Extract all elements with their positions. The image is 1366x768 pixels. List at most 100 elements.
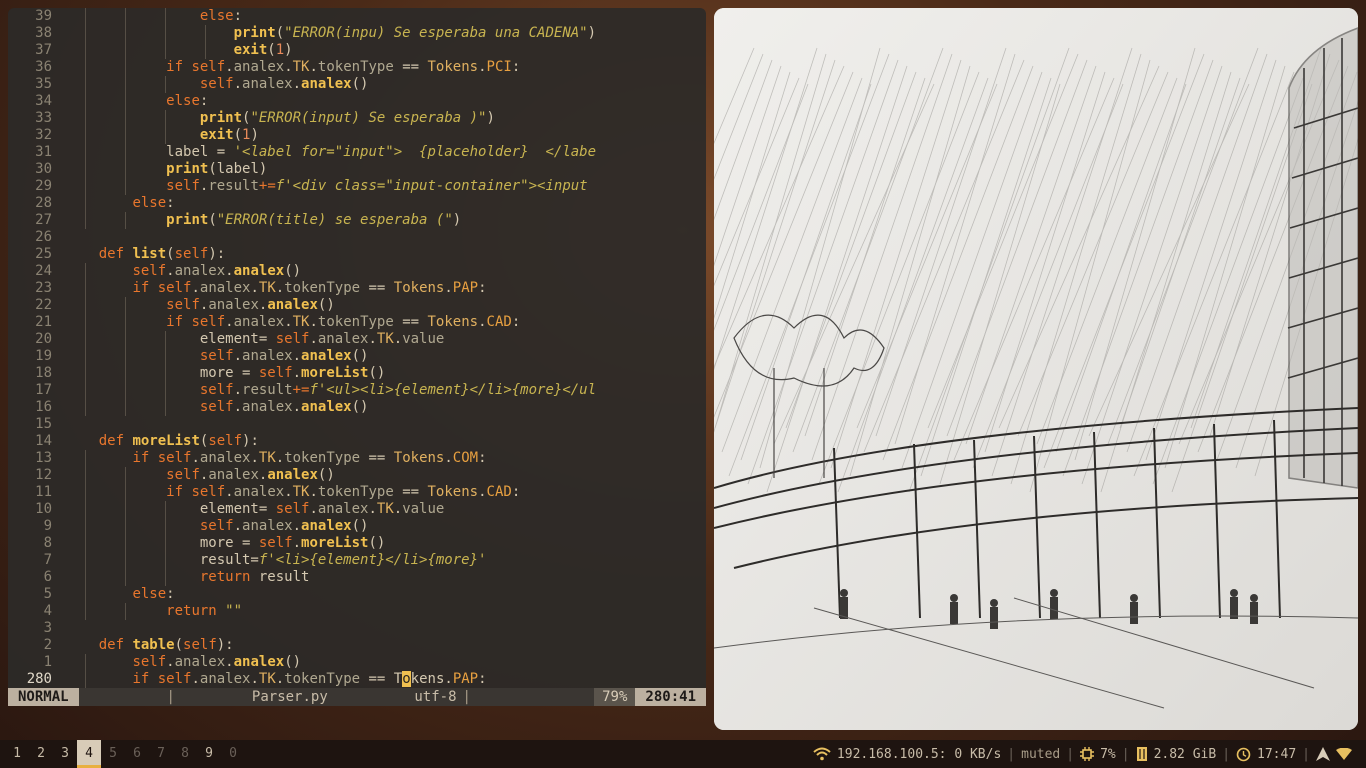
indent-guide <box>85 365 86 382</box>
workspace-0[interactable]: 0 <box>221 740 245 768</box>
code-line[interactable]: 4 return "" <box>8 603 706 620</box>
code-token: () <box>284 654 302 670</box>
code-line[interactable]: 31 label = '<label for="input"> {placeho… <box>8 144 706 161</box>
audio-status[interactable]: muted <box>1021 747 1060 762</box>
indent-guide <box>85 484 86 501</box>
line-number: 8 <box>43 535 52 551</box>
code-line[interactable]: 24 self.analex.analex() <box>8 263 706 280</box>
line-number: 11 <box>35 484 52 500</box>
code-line[interactable]: 25 def list(self): <box>8 246 706 263</box>
code-token: analex <box>199 280 251 296</box>
code-line[interactable]: 280 if self.analex.TK.tokenType == Token… <box>8 671 706 688</box>
code-token: . <box>309 314 318 330</box>
code-line[interactable]: 11 if self.analex.TK.tokenType == Tokens… <box>8 484 706 501</box>
indent-guide <box>165 348 166 365</box>
code-line[interactable]: 12 self.analex.analex() <box>8 467 706 484</box>
code-token: ): <box>242 433 259 449</box>
indent-guide <box>85 42 86 59</box>
code-line[interactable]: 20 element= self.analex.TK.value <box>8 331 706 348</box>
indent-guide <box>125 603 126 620</box>
code-line[interactable]: 23 if self.analex.TK.tokenType == Tokens… <box>8 280 706 297</box>
code-token: result <box>258 569 310 585</box>
code-line[interactable]: 13 if self.analex.TK.tokenType == Tokens… <box>8 450 706 467</box>
workspace-8[interactable]: 8 <box>173 740 197 768</box>
workspace-2[interactable]: 2 <box>29 740 53 768</box>
code-line[interactable]: 34 else: <box>8 93 706 110</box>
code-line[interactable]: 26 <box>8 229 706 246</box>
code-line[interactable]: 14 def moreList(self): <box>8 433 706 450</box>
network-signal-icon[interactable] <box>1336 748 1352 760</box>
code-line[interactable]: 19 self.analex.analex() <box>8 348 706 365</box>
code-token: PCI <box>486 59 512 75</box>
arch-logo-icon[interactable] <box>1316 747 1330 761</box>
code-line[interactable]: 28 else: <box>8 195 706 212</box>
code-line[interactable]: 37 exit(1) <box>8 42 706 59</box>
line-number: 24 <box>35 263 52 279</box>
code-line[interactable]: 32 exit(1) <box>8 127 706 144</box>
code-token: more = <box>199 365 259 381</box>
sketch-person-body <box>1050 597 1058 619</box>
workspace-5[interactable]: 5 <box>101 740 125 768</box>
code-editor-window[interactable]: 39 else: 38 print("ERROR(inpu) Se esperab… <box>8 8 706 706</box>
workspace-6[interactable]: 6 <box>125 740 149 768</box>
indent-guide <box>125 365 126 382</box>
code-line[interactable]: 2 def table(self): <box>8 637 706 654</box>
line-number: 26 <box>35 229 52 245</box>
code-text: return result <box>65 569 310 585</box>
indent-guide <box>85 59 86 76</box>
code-area[interactable]: 39 else: 38 print("ERROR(inpu) Se esperab… <box>8 8 706 688</box>
code-token: . <box>444 280 453 296</box>
indent-guide <box>165 127 166 144</box>
code-line[interactable]: 35 self.analex.analex() <box>8 76 706 93</box>
code-line[interactable]: 39 else: <box>8 8 706 25</box>
code-line[interactable]: 9 self.analex.analex() <box>8 518 706 535</box>
image-viewer-window[interactable] <box>714 8 1358 730</box>
code-line[interactable]: 16 self.analex.analex() <box>8 399 706 416</box>
code-line[interactable]: 18 more = self.moreList() <box>8 365 706 382</box>
diagnostics[interactable]: ⚠ 8 ♀ 4 <box>175 688 246 706</box>
indent-guide <box>85 297 86 314</box>
code-line[interactable]: 21 if self.analex.TK.tokenType == Tokens… <box>8 314 706 331</box>
indent-guide <box>125 399 126 416</box>
indent-guide <box>125 59 126 76</box>
code-token: . <box>166 263 175 279</box>
workspace-4[interactable]: 4 <box>77 740 101 768</box>
sketch-person-body <box>950 602 958 624</box>
workspace-1[interactable]: 1 <box>5 740 29 768</box>
code-line[interactable]: 17 self.result+=f'<ul><li>{element}</li>… <box>8 382 706 399</box>
code-token: () <box>351 399 369 415</box>
workspace-3[interactable]: 3 <box>53 740 77 768</box>
code-line[interactable]: 30 print(label) <box>8 161 706 178</box>
code-token: self <box>199 518 234 534</box>
indent-guide <box>125 297 126 314</box>
code-line[interactable]: 22 self.analex.analex() <box>8 297 706 314</box>
code-line[interactable]: 15 <box>8 416 706 433</box>
code-text: if self.analex.TK.tokenType == Tokens.PC… <box>65 59 520 75</box>
code-line[interactable]: 7 result=f'<li>{element}</li>{more}' <box>8 552 706 569</box>
indent-guide <box>125 212 126 229</box>
workspace-9[interactable]: 9 <box>197 740 221 768</box>
code-line[interactable]: 29 self.result+=f'<div class="input-cont… <box>8 178 706 195</box>
code-line[interactable]: 1 self.analex.analex() <box>8 654 706 671</box>
sketch-person-head <box>990 599 998 607</box>
code-line[interactable]: 36 if self.analex.TK.tokenType == Tokens… <box>8 59 706 76</box>
code-token: return <box>199 569 259 585</box>
code-line[interactable]: 5 else: <box>8 586 706 603</box>
code-token: . <box>444 450 453 466</box>
code-line[interactable]: 38 print("ERROR(inpu) Se esperaba una CA… <box>8 25 706 42</box>
code-line[interactable]: 8 more = self.moreList() <box>8 535 706 552</box>
code-token: else <box>132 586 167 602</box>
code-line[interactable]: 27 print("ERROR(title) se esperaba (") <box>8 212 706 229</box>
clock: 17:47 <box>1257 746 1297 762</box>
line-number: 28 <box>35 195 52 211</box>
code-line[interactable]: 33 print("ERROR(input) Se esperaba )") <box>8 110 706 127</box>
workspace-7[interactable]: 7 <box>149 740 173 768</box>
indent-guide <box>85 76 86 93</box>
sketch-person-body <box>1250 602 1258 624</box>
code-line[interactable]: 10 element= self.analex.TK.value <box>8 501 706 518</box>
code-line[interactable]: 3 <box>8 620 706 637</box>
code-token: value <box>402 501 445 517</box>
code-line[interactable]: 6 return result <box>8 569 706 586</box>
code-token: if <box>166 314 192 330</box>
line-number: 33 <box>35 110 52 126</box>
